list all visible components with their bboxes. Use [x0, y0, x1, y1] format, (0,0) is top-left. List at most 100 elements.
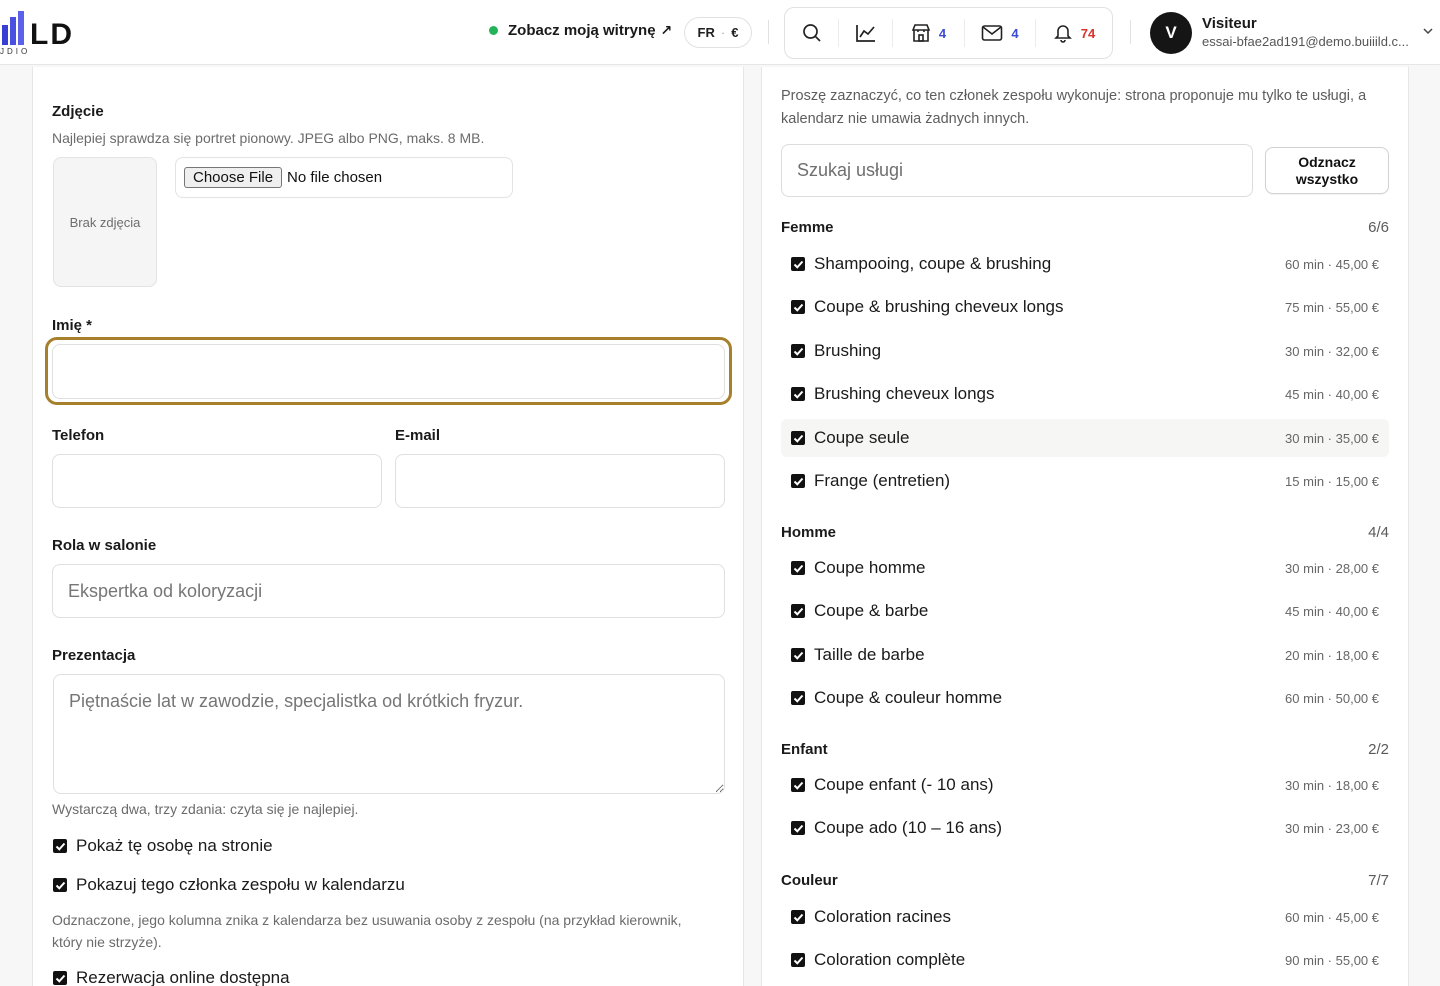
checkbox-checked-icon[interactable] — [791, 561, 805, 575]
online-booking-label: Rezerwacja online dostępna — [76, 968, 290, 986]
service-checkbox-row[interactable]: Brushing cheveux longs 45 min · 40,00 € — [781, 375, 1389, 413]
messages-button[interactable]: 4 — [964, 19, 1035, 47]
avatar[interactable]: V — [1150, 12, 1192, 54]
checkbox-checked-icon[interactable] — [53, 878, 67, 892]
service-group-count: 7/7 — [1368, 872, 1389, 889]
phone-label: Telefon — [52, 427, 105, 444]
view-site-label: Zobacz moją witrynę — [508, 22, 656, 39]
email-label: E-mail — [395, 427, 441, 444]
store-button[interactable]: 4 — [892, 19, 964, 47]
stats-button[interactable] — [838, 19, 892, 47]
service-name: Brushing cheveux longs — [814, 384, 995, 403]
checkbox-checked-icon[interactable] — [791, 910, 805, 924]
service-duration-price: 30 min · 23,00 € — [1285, 820, 1379, 836]
service-checkbox-row[interactable]: Coupe seule 30 min · 35,00 € — [781, 419, 1389, 457]
checkbox-checked-icon[interactable] — [791, 300, 805, 314]
mail-icon — [982, 25, 1003, 41]
header-divider — [1130, 20, 1131, 44]
bio-textarea[interactable] — [53, 674, 725, 794]
messages-count: 4 — [1011, 25, 1019, 41]
service-checkbox-row[interactable]: Coupe & couleur homme 60 min · 50,00 € — [781, 679, 1389, 717]
show-in-calendar-label: Pokazuj tego członka zespołu w kalendarz… — [76, 875, 405, 894]
photo-preview: Brak zdjęcia — [53, 157, 157, 287]
role-input[interactable] — [52, 564, 725, 618]
service-duration-price: 75 min · 55,00 € — [1285, 299, 1379, 315]
photo-hint: Najlepiej sprawdza się portret pionowy. … — [52, 130, 485, 146]
show-in-calendar-checkbox[interactable]: Pokazuj tego członka zespołu w kalendarz… — [53, 875, 405, 895]
service-checkbox-row[interactable]: Coupe enfant (- 10 ans) 30 min · 18,00 € — [781, 766, 1389, 804]
service-group-count: 6/6 — [1368, 219, 1389, 236]
bell-icon — [1053, 25, 1072, 43]
service-checkbox-row[interactable]: Coloration complète 90 min · 55,00 € — [781, 941, 1389, 979]
service-checkbox-row[interactable]: Coupe & brushing cheveux longs 75 min · 5… — [781, 288, 1389, 326]
name-label: Imię * — [52, 317, 93, 334]
service-duration-price: 90 min · 55,00 € — [1285, 952, 1379, 968]
show-on-site-checkbox[interactable]: Pokaż tę osobę na stronie — [53, 836, 273, 856]
phone-input[interactable] — [52, 454, 382, 508]
checkbox-checked-icon[interactable] — [53, 839, 67, 853]
user-name[interactable]: Visiteur — [1202, 15, 1257, 32]
unselect-all-button[interactable]: Odznacz wszystko — [1265, 147, 1389, 194]
store-count: 4 — [938, 25, 947, 41]
service-duration-price: 45 min · 40,00 € — [1285, 603, 1379, 619]
service-duration-price: 60 min · 45,00 € — [1285, 909, 1379, 925]
choose-file-button[interactable]: Choose File — [184, 167, 283, 188]
service-name: Frange (entretien) — [814, 471, 951, 490]
currency-symbol: € — [731, 25, 739, 40]
service-name: Coupe enfant (- 10 ans) — [814, 775, 994, 794]
checkbox-checked-icon[interactable] — [791, 953, 805, 967]
bio-label: Prezentacja — [52, 647, 136, 664]
file-status: No file chosen — [287, 169, 383, 186]
service-group-name: Femme — [781, 219, 834, 236]
user-email: essai-bfae2ad191@demo.buiiild.c... — [1202, 34, 1409, 49]
service-name: Shampooing, coupe & brushing — [814, 254, 1052, 273]
service-checkbox-row[interactable]: Shampooing, coupe & brushing 60 min · 45,… — [781, 245, 1389, 283]
checkbox-checked-icon[interactable] — [53, 971, 67, 985]
service-checkbox-row[interactable]: Coupe ado (10 – 16 ans) 30 min · 23,00 € — [781, 809, 1389, 847]
chevron-down-icon[interactable] — [1421, 24, 1435, 38]
service-checkbox-row[interactable]: Brushing 30 min · 32,00 € — [781, 332, 1389, 370]
role-label: Rola w salonie — [52, 537, 157, 554]
service-duration-price: 60 min · 45,00 € — [1285, 256, 1379, 272]
checkbox-checked-icon[interactable] — [791, 821, 805, 835]
services-panel: Proszę zaznaczyć, co ten członek zespołu… — [761, 67, 1409, 986]
notifications-button[interactable]: 74 — [1035, 19, 1112, 47]
service-checkbox-row[interactable]: Coloration racines 60 min · 45,00 € — [781, 898, 1389, 936]
service-search-input[interactable] — [781, 144, 1253, 197]
search-button[interactable] — [785, 8, 838, 58]
logo-text: LD — [30, 18, 74, 51]
service-duration-price: 30 min · 18,00 € — [1285, 777, 1379, 793]
checkbox-checked-icon[interactable] — [791, 387, 805, 401]
service-name: Coupe & couleur homme — [814, 688, 1003, 707]
store-icon — [911, 24, 931, 42]
checkbox-checked-icon[interactable] — [791, 474, 805, 488]
checkbox-checked-icon[interactable] — [791, 604, 805, 618]
checkbox-checked-icon[interactable] — [791, 257, 805, 271]
service-checkbox-row[interactable]: Coupe homme 30 min · 28,00 € — [781, 549, 1389, 587]
service-checkbox-row[interactable]: Frange (entretien) 15 min · 15,00 € — [781, 462, 1389, 500]
service-duration-price: 45 min · 40,00 € — [1285, 386, 1379, 402]
checkbox-checked-icon[interactable] — [791, 778, 805, 792]
online-booking-checkbox[interactable]: Rezerwacja online dostępna — [53, 968, 290, 986]
notifications-count: 74 — [1080, 25, 1096, 41]
service-group-header: Enfant 2/2 — [781, 741, 1389, 758]
photo-file-input[interactable]: Choose File No file chosen — [175, 157, 513, 198]
checkbox-checked-icon[interactable] — [791, 431, 805, 445]
service-group-count: 4/4 — [1368, 524, 1389, 541]
service-name: Coupe & brushing cheveux longs — [814, 297, 1064, 316]
view-site-link[interactable]: Zobacz moją witrynę ↗ — [489, 22, 672, 39]
online-status-dot — [489, 26, 498, 35]
checkbox-checked-icon[interactable] — [791, 691, 805, 705]
services-intro: Proszę zaznaczyć, co ten członek zespołu… — [781, 88, 1367, 127]
checkbox-checked-icon[interactable] — [791, 648, 805, 662]
name-input[interactable] — [52, 344, 725, 399]
service-checkbox-row[interactable]: Taille de barbe 20 min · 18,00 € — [781, 636, 1389, 674]
language-currency-selector[interactable]: FR · € — [684, 17, 752, 48]
service-group-name: Couleur — [781, 872, 838, 889]
checkbox-checked-icon[interactable] — [791, 344, 805, 358]
service-checkbox-row[interactable]: Coupe & barbe 45 min · 40,00 € — [781, 592, 1389, 630]
service-name: Coupe seule — [814, 428, 910, 447]
service-duration-price: 60 min · 50,00 € — [1285, 690, 1379, 706]
email-input[interactable] — [395, 454, 725, 508]
logo[interactable]: LD JDIO — [0, 8, 100, 58]
